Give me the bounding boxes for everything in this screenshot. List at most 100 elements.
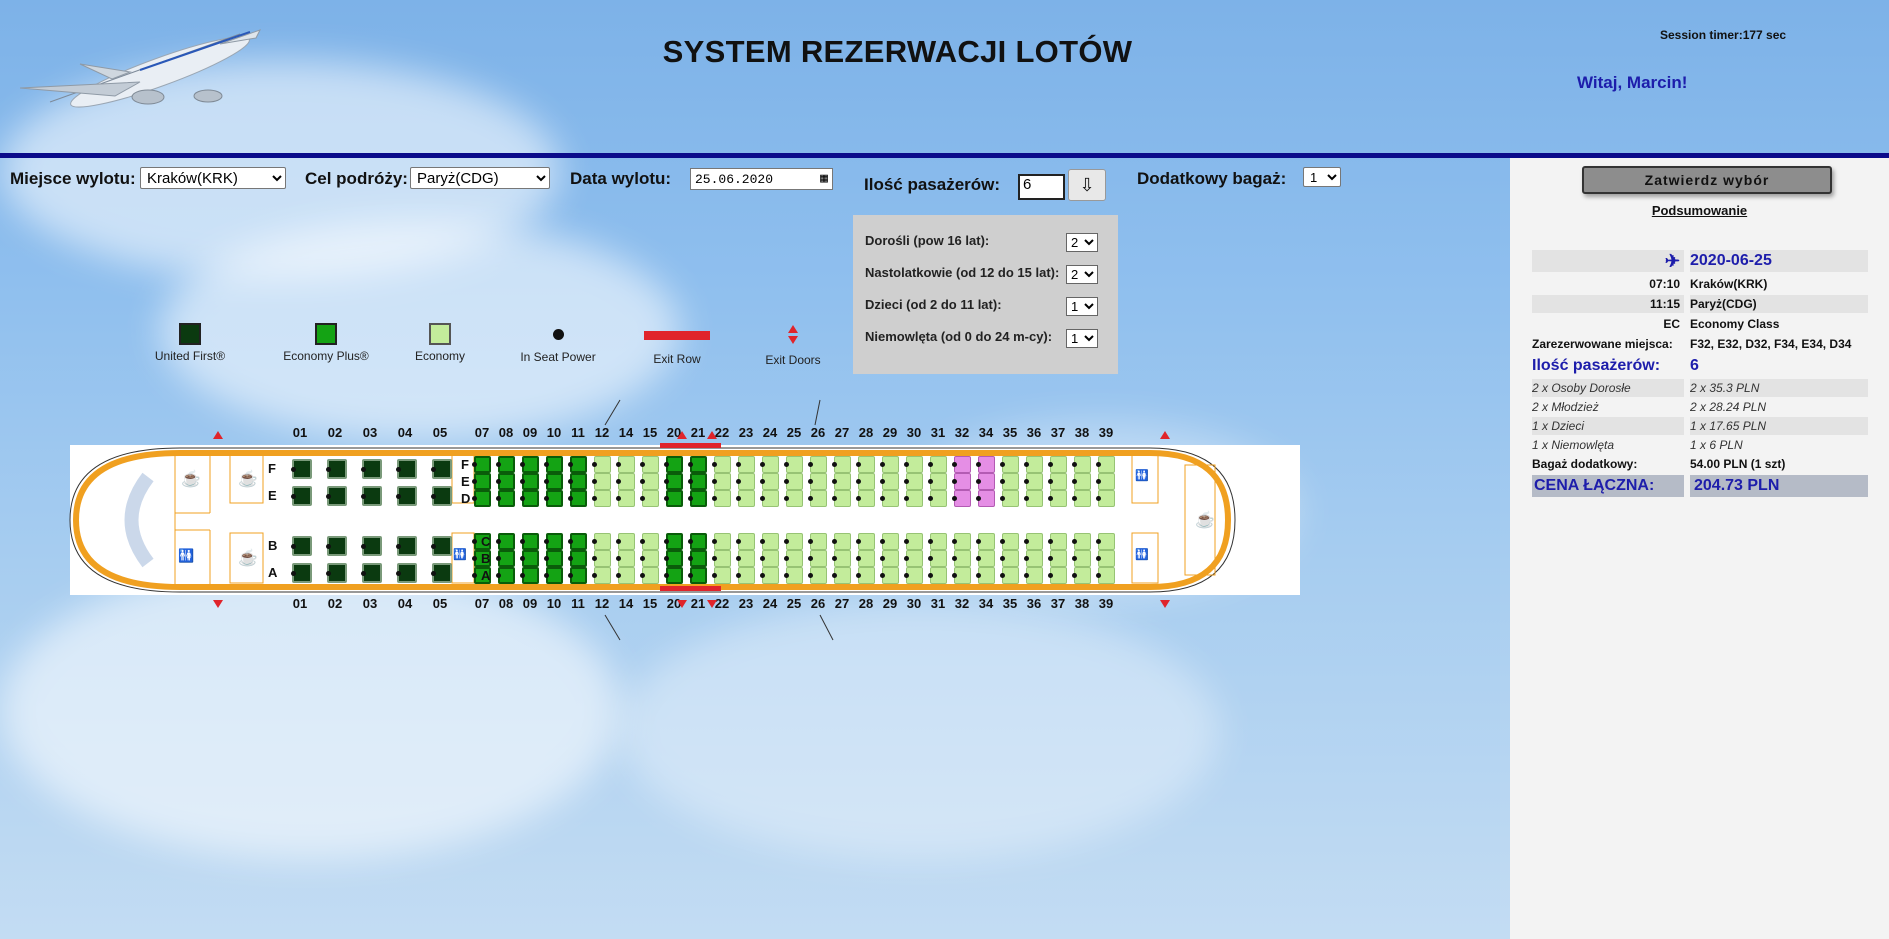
power-dot-icon <box>472 479 477 484</box>
power-dot-icon <box>664 462 669 467</box>
power-dot-icon <box>326 544 331 549</box>
legend-label: Economy Plus® <box>283 349 369 363</box>
power-dot-icon <box>1096 496 1101 501</box>
row-number: 30 <box>906 425 922 440</box>
power-dot-icon <box>904 539 909 544</box>
row-number: 37 <box>1050 425 1066 440</box>
power-dot-icon <box>552 329 564 340</box>
adults-select[interactable]: 2 <box>1066 233 1098 252</box>
flight-date-row: ✈ 2020-06-25 <box>1532 250 1868 272</box>
row-number: 27 <box>834 596 850 611</box>
power-dot-icon <box>291 494 296 499</box>
power-dot-icon <box>928 539 933 544</box>
power-dot-icon <box>1024 539 1029 544</box>
power-dot-icon <box>496 479 501 484</box>
row-number: 15 <box>642 596 658 611</box>
reserved-seats-value: F32, E32, D32, F34, E34, D34 <box>1690 337 1852 351</box>
teens-select[interactable]: 2 <box>1066 265 1098 284</box>
row-number: 26 <box>810 596 826 611</box>
plane-icon: ✈ <box>1532 250 1684 272</box>
origin-label: Miejsce wylotu: <box>10 169 136 188</box>
departure-row: 07:10 Kraków(KRK) <box>1532 275 1868 293</box>
power-dot-icon <box>1048 496 1053 501</box>
power-dot-icon <box>760 462 765 467</box>
row-number: 05 <box>432 425 448 440</box>
date-input[interactable]: 25.06.2020 ▦ <box>690 168 833 190</box>
reserved-seats-row: Zarezerwowane miejsca: F32, E32, D32, F3… <box>1532 335 1868 353</box>
pax-count-label: Ilość pasażerów: <box>1532 357 1661 374</box>
power-dot-icon <box>784 539 789 544</box>
passengers-input[interactable]: 6 <box>1018 174 1065 200</box>
seat-letter: A <box>268 565 278 580</box>
date-value: 25.06.2020 <box>695 172 774 187</box>
row-number: 36 <box>1026 425 1042 440</box>
summary-link[interactable]: Podsumowanie <box>1510 203 1889 218</box>
power-dot-icon <box>832 496 837 501</box>
seat-letter: C <box>481 534 491 549</box>
row-number: 04 <box>397 596 413 611</box>
row-number: 21 <box>690 425 706 440</box>
power-dot-icon <box>1000 496 1005 501</box>
power-dot-icon <box>1072 496 1077 501</box>
children-select[interactable]: 1 <box>1066 297 1098 316</box>
baggage-select[interactable]: 1 <box>1303 167 1341 187</box>
power-dot-icon <box>568 496 573 501</box>
power-dot-icon <box>688 573 693 578</box>
power-dot-icon <box>928 462 933 467</box>
legend-label: In Seat Power <box>520 350 596 364</box>
expand-passengers-button[interactable]: ⇩ <box>1068 169 1106 201</box>
power-dot-icon <box>326 571 331 576</box>
passengers-label: Ilość pasażerów: <box>864 175 1001 194</box>
power-dot-icon <box>712 539 717 544</box>
total-value: 204.73 PLN <box>1690 475 1868 497</box>
power-dot-icon <box>616 496 621 501</box>
power-dot-icon <box>784 556 789 561</box>
power-dot-icon <box>520 539 525 544</box>
calendar-icon[interactable]: ▦ <box>820 171 828 186</box>
power-dot-icon <box>496 462 501 467</box>
row-number: 36 <box>1026 596 1042 611</box>
row-number: 38 <box>1074 425 1090 440</box>
power-dot-icon <box>880 539 885 544</box>
seat-letter: E <box>268 488 277 503</box>
power-dot-icon <box>472 462 477 467</box>
power-dot-icon <box>1072 573 1077 578</box>
confirm-selection-button[interactable]: Zatwierdz wybór <box>1582 166 1832 194</box>
baggage-fee-label: Bagaż dodatkowy: <box>1532 457 1638 471</box>
power-dot-icon <box>808 496 813 501</box>
power-dot-icon <box>326 467 331 472</box>
children-label: Dzieci (od 2 do 11 lat): <box>865 297 1002 312</box>
exit-door-marker <box>213 600 223 608</box>
row-number: 23 <box>738 425 754 440</box>
legend-label: Economy <box>414 349 466 363</box>
origin-select[interactable]: Kraków(KRK) <box>140 167 286 189</box>
row-number: 31 <box>930 425 946 440</box>
row-number: 27 <box>834 425 850 440</box>
power-dot-icon <box>736 556 741 561</box>
power-dot-icon <box>1000 479 1005 484</box>
arrival-time: 11:15 <box>1532 295 1684 313</box>
infants-select[interactable]: 1 <box>1066 329 1098 348</box>
power-dot-icon <box>1048 573 1053 578</box>
power-dot-icon <box>1000 539 1005 544</box>
power-dot-icon <box>472 539 477 544</box>
power-dot-icon <box>616 556 621 561</box>
reserved-seats-label: Zarezerwowane miejsca: <box>1532 337 1673 351</box>
row-number: 03 <box>362 425 378 440</box>
legend-in-seat-power: In Seat Power <box>513 329 603 364</box>
power-dot-icon <box>431 467 436 472</box>
power-dot-icon <box>520 479 525 484</box>
exit-door-marker <box>1160 431 1170 439</box>
booking-summary-sidebar: Zatwierdz wybór Podsumowanie ✈ 2020-06-2… <box>1510 158 1889 939</box>
row-number: 39 <box>1098 596 1114 611</box>
row-number: 07 <box>474 596 490 611</box>
exit-door-marker <box>707 600 717 608</box>
destination-select[interactable]: Paryż(CDG) <box>410 167 550 189</box>
row-number: 09 <box>522 596 538 611</box>
row-number: 32 <box>954 596 970 611</box>
galley-icon: ☕ <box>238 471 258 488</box>
power-dot-icon <box>952 573 957 578</box>
power-dot-icon <box>952 496 957 501</box>
row-number: 24 <box>762 425 778 440</box>
power-dot-icon <box>1096 539 1101 544</box>
